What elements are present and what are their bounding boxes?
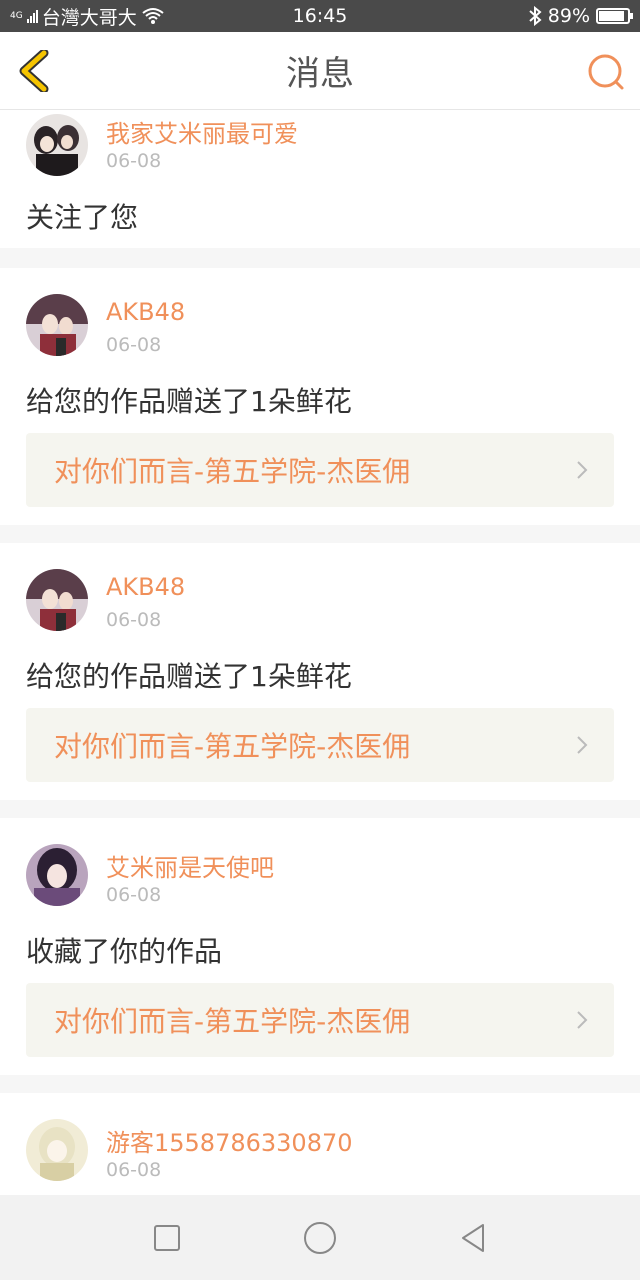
signal-icon bbox=[26, 9, 38, 23]
message-item[interactable]: AKB48 06-08 给您的作品赠送了1朵鲜花 对你们而言-第五学院-杰医佣 bbox=[0, 543, 640, 800]
work-title: 对你们而言-第五学院-杰医佣 bbox=[54, 1005, 411, 1038]
recents-button[interactable] bbox=[147, 1218, 187, 1258]
message-item[interactable]: 我家艾米丽最可爱 06-08 关注了您 bbox=[0, 110, 640, 248]
search-button[interactable] bbox=[586, 52, 626, 92]
message-username[interactable]: 艾米丽是天使吧 bbox=[106, 848, 274, 883]
header-bar: 消息 bbox=[0, 32, 640, 110]
home-circle-icon bbox=[303, 1221, 336, 1254]
message-action: 给您的作品赠送了1朵鲜花 bbox=[26, 385, 352, 418]
battery-percent: 89% bbox=[547, 5, 590, 27]
message-list[interactable]: 我家艾米丽最可爱 06-08 关注了您 AKB48 06-08 给您的作品赠送了… bbox=[0, 110, 640, 1195]
message-action: 关注了您 bbox=[26, 201, 139, 234]
system-back-button[interactable] bbox=[453, 1218, 493, 1258]
message-action: 给您的作品赠送了1朵鲜花 bbox=[26, 660, 352, 693]
message-action: 收藏了你的作品 bbox=[26, 935, 223, 968]
chevron-right-icon bbox=[577, 461, 588, 479]
work-title: 对你们而言-第五学院-杰医佣 bbox=[54, 730, 411, 763]
message-username[interactable]: AKB48 bbox=[106, 573, 185, 601]
avatar[interactable] bbox=[26, 1119, 88, 1181]
back-button[interactable] bbox=[16, 50, 52, 92]
work-link[interactable]: 对你们而言-第五学院-杰医佣 bbox=[26, 708, 614, 782]
wifi-icon bbox=[142, 8, 164, 24]
search-icon bbox=[588, 54, 624, 90]
message-date: 06-08 bbox=[106, 884, 162, 906]
back-triangle-icon bbox=[462, 1223, 485, 1252]
message-item[interactable]: AKB48 06-08 给您的作品赠送了1朵鲜花 对你们而言-第五学院-杰医佣 bbox=[0, 268, 640, 525]
system-nav-bar bbox=[0, 1195, 640, 1280]
message-item[interactable]: 游客1558786330870 06-08 bbox=[0, 1093, 640, 1195]
message-date: 06-08 bbox=[106, 1159, 162, 1181]
battery-icon bbox=[596, 8, 633, 24]
message-username[interactable]: 我家艾米丽最可爱 bbox=[106, 114, 298, 149]
avatar[interactable] bbox=[26, 569, 88, 631]
chevron-right-icon bbox=[577, 736, 588, 754]
message-date: 06-08 bbox=[106, 150, 162, 172]
message-date: 06-08 bbox=[106, 609, 162, 631]
work-title: 对你们而言-第五学院-杰医佣 bbox=[54, 455, 411, 488]
message-date: 06-08 bbox=[106, 334, 162, 356]
chevron-right-icon bbox=[577, 1011, 588, 1029]
avatar[interactable] bbox=[26, 294, 88, 356]
work-link[interactable]: 对你们而言-第五学院-杰医佣 bbox=[26, 983, 614, 1057]
avatar[interactable] bbox=[26, 114, 88, 176]
bluetooth-icon bbox=[529, 6, 542, 26]
status-bar: 4G 台灣大哥大 16:45 89% bbox=[0, 0, 640, 32]
page-title: 消息 bbox=[286, 54, 354, 94]
message-item[interactable]: 艾米丽是天使吧 06-08 收藏了你的作品 对你们而言-第五学院-杰医佣 bbox=[0, 818, 640, 1075]
network-type: 4G bbox=[10, 11, 23, 21]
work-link[interactable]: 对你们而言-第五学院-杰医佣 bbox=[26, 433, 614, 507]
home-button[interactable] bbox=[300, 1218, 340, 1258]
avatar[interactable] bbox=[26, 844, 88, 906]
message-username[interactable]: AKB48 bbox=[106, 298, 185, 326]
message-username[interactable]: 游客1558786330870 bbox=[106, 1123, 353, 1158]
recents-square-icon bbox=[153, 1224, 180, 1251]
carrier-name: 台灣大哥大 bbox=[41, 6, 137, 29]
